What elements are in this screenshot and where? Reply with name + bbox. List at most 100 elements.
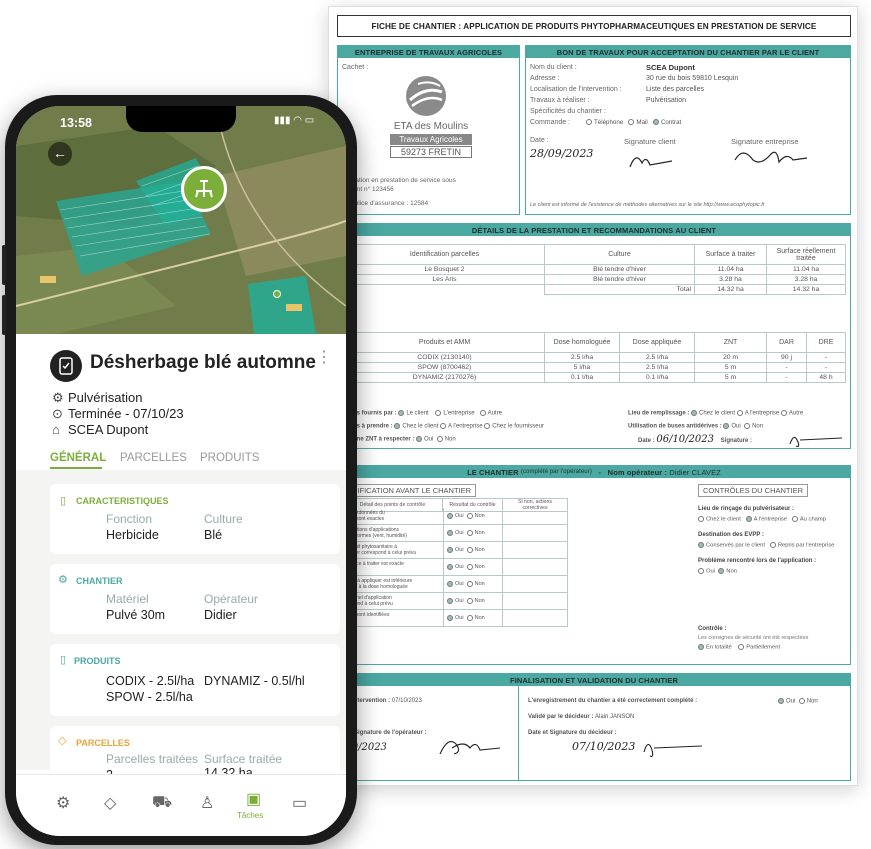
- satellite-map[interactable]: 13:58 ▮▮▮ ◠ ▭ ←: [16, 106, 346, 334]
- radio-icon[interactable]: [484, 423, 491, 429]
- radio-checked-icon[interactable]: [723, 423, 730, 429]
- radio-icon[interactable]: [466, 597, 473, 604]
- non-text: Non: [474, 530, 485, 536]
- signature-client-label: Signature client: [624, 137, 676, 146]
- table-cell: 11.04 ha: [694, 264, 767, 275]
- radio-checked-icon[interactable]: [447, 512, 453, 519]
- document-icon: ▯: [60, 495, 67, 507]
- date2-value: 06/10/2023: [656, 434, 714, 445]
- table-cell: -: [806, 352, 846, 363]
- sprayer-tab-icon[interactable]: ⚙: [56, 793, 70, 813]
- entreprise-signature-icon: [734, 151, 808, 164]
- radio-icon[interactable]: [466, 529, 473, 536]
- more-menu-icon[interactable]: ⋮: [316, 350, 332, 366]
- radio-icon[interactable]: [769, 542, 776, 548]
- radio-icon[interactable]: [744, 423, 751, 429]
- radio-icon[interactable]: [440, 423, 447, 429]
- radio-icon[interactable]: [698, 516, 704, 522]
- layers-tab-icon[interactable]: ◇: [104, 793, 116, 813]
- radio-checked-icon[interactable]: [447, 563, 453, 570]
- table-cell: 48 h: [806, 372, 846, 383]
- tab-parcelles[interactable]: PARCELLES: [120, 452, 187, 464]
- chantier-note: (complété par l'opérateur): [520, 469, 592, 475]
- tab-produits[interactable]: PRODUITS: [200, 452, 259, 464]
- controle-options: En totalité Partiellement: [698, 644, 780, 651]
- chantier-header: LE CHANTIER (complété par l'opérateur) -…: [338, 466, 850, 478]
- nom-client-value: SCEA Dupont: [646, 63, 695, 72]
- radio-icon[interactable]: [698, 568, 704, 574]
- radio-checked-icon[interactable]: [416, 436, 423, 442]
- option-telephone: Téléphone: [594, 119, 624, 126]
- table-cell: 3.28 ha: [694, 274, 767, 285]
- radio-checked-icon[interactable]: [398, 410, 405, 416]
- tasks-tab-icon[interactable]: ▣: [246, 789, 261, 809]
- entreprise-header: ENTREPRISE DE TRAVAUX AGRICOLES: [338, 46, 519, 58]
- entreprise-section: ENTREPRISE DE TRAVAUX AGRICOLES Cachet :…: [337, 45, 520, 215]
- radio-checked-icon[interactable]: [745, 516, 752, 522]
- verification-row: conditions d'applications t conformes (v…: [342, 525, 568, 542]
- probleme-label: Problème rencontré lors de l'application…: [698, 558, 817, 564]
- radio-icon[interactable]: [435, 410, 442, 416]
- radio-icon[interactable]: [436, 436, 443, 442]
- oui-text: Oui: [455, 581, 464, 587]
- radio-icon[interactable]: [736, 410, 743, 416]
- radio-icon[interactable]: [466, 512, 473, 519]
- agrement-text: pplication en prestation de service sous…: [342, 177, 456, 193]
- radio-icon[interactable]: [466, 546, 473, 553]
- option-text: A l'entreprise: [753, 516, 787, 523]
- verification-result: Oui Non: [443, 542, 503, 558]
- sprayer-icon: [195, 180, 213, 198]
- radio-checked-icon[interactable]: [691, 410, 698, 416]
- col-dre: DRE: [806, 332, 846, 353]
- radio-icon[interactable]: [798, 698, 805, 704]
- radio-icon[interactable]: [466, 614, 473, 621]
- radio-icon[interactable]: [738, 644, 745, 650]
- radio-icon[interactable]: [466, 580, 473, 587]
- radio-checked-icon[interactable]: [652, 119, 659, 126]
- radio-icon[interactable]: [586, 119, 592, 126]
- verification-row: surface à traiter est exacte Oui Non: [342, 559, 568, 576]
- radio-checked-icon[interactable]: [394, 423, 401, 429]
- radio-checked-icon[interactable]: [447, 614, 453, 621]
- option-text: Chez le client: [402, 423, 439, 430]
- culture-value: Blé: [204, 528, 223, 542]
- table-cell: Blé tendre d'hiver: [544, 274, 695, 285]
- table-cell: 2.5 l/ha: [619, 352, 695, 363]
- operator-tab-icon[interactable]: ♙: [200, 793, 214, 813]
- option-text: Non: [726, 568, 737, 575]
- radio-checked-icon[interactable]: [778, 698, 784, 704]
- controle-label: Contrôle :: [698, 626, 727, 632]
- materiel-label: Matériel: [106, 592, 149, 606]
- non-text: Non: [474, 547, 485, 553]
- radio-icon[interactable]: [628, 119, 635, 126]
- option-text: Autre: [487, 410, 502, 417]
- tractor-tab-icon[interactable]: ⛟: [152, 793, 172, 813]
- option-text: Non: [752, 423, 764, 430]
- card-tab-icon[interactable]: ▭: [292, 793, 307, 813]
- radio-checked-icon[interactable]: [447, 529, 453, 536]
- radio-checked-icon[interactable]: [447, 546, 453, 553]
- radio-checked-icon[interactable]: [698, 644, 704, 650]
- tab-general[interactable]: GÉNÉRAL: [50, 452, 106, 464]
- localisation-value: Liste des parcelles: [646, 86, 704, 93]
- back-arrow-icon[interactable]: ←: [48, 142, 72, 166]
- prendre-row: oduits à prendre : Chez le client A l'en…: [342, 423, 544, 430]
- tasks-tab-label[interactable]: Tâches: [237, 811, 263, 820]
- radio-icon[interactable]: [780, 410, 787, 416]
- verification-point: produit phytosanitaire à pliquer corresp…: [345, 544, 417, 556]
- phone-screen: 13:58 ▮▮▮ ◠ ▭ ← Désherbage blé automne ⋮…: [16, 106, 346, 836]
- sprayer-marker-icon[interactable]: [181, 166, 227, 212]
- verification-point: matériel d'application respond à celui p…: [345, 595, 393, 607]
- radio-checked-icon[interactable]: [447, 597, 453, 604]
- option-mail: Mail: [636, 119, 648, 126]
- radio-icon[interactable]: [479, 410, 486, 416]
- radio-icon[interactable]: [791, 516, 798, 522]
- radio-checked-icon[interactable]: [447, 580, 453, 587]
- caracteristiques-card: ▯ CARACTERISTIQUES Fonction Herbicide Cu…: [50, 484, 340, 554]
- radio-icon[interactable]: [466, 563, 473, 570]
- evpp-options: Conservés par le client Repris par l'ent…: [698, 542, 834, 549]
- radio-checked-icon[interactable]: [698, 542, 704, 548]
- radio-checked-icon[interactable]: [718, 568, 725, 574]
- info-type: Pulvérisation: [68, 390, 143, 405]
- total-label: Total: [544, 284, 695, 295]
